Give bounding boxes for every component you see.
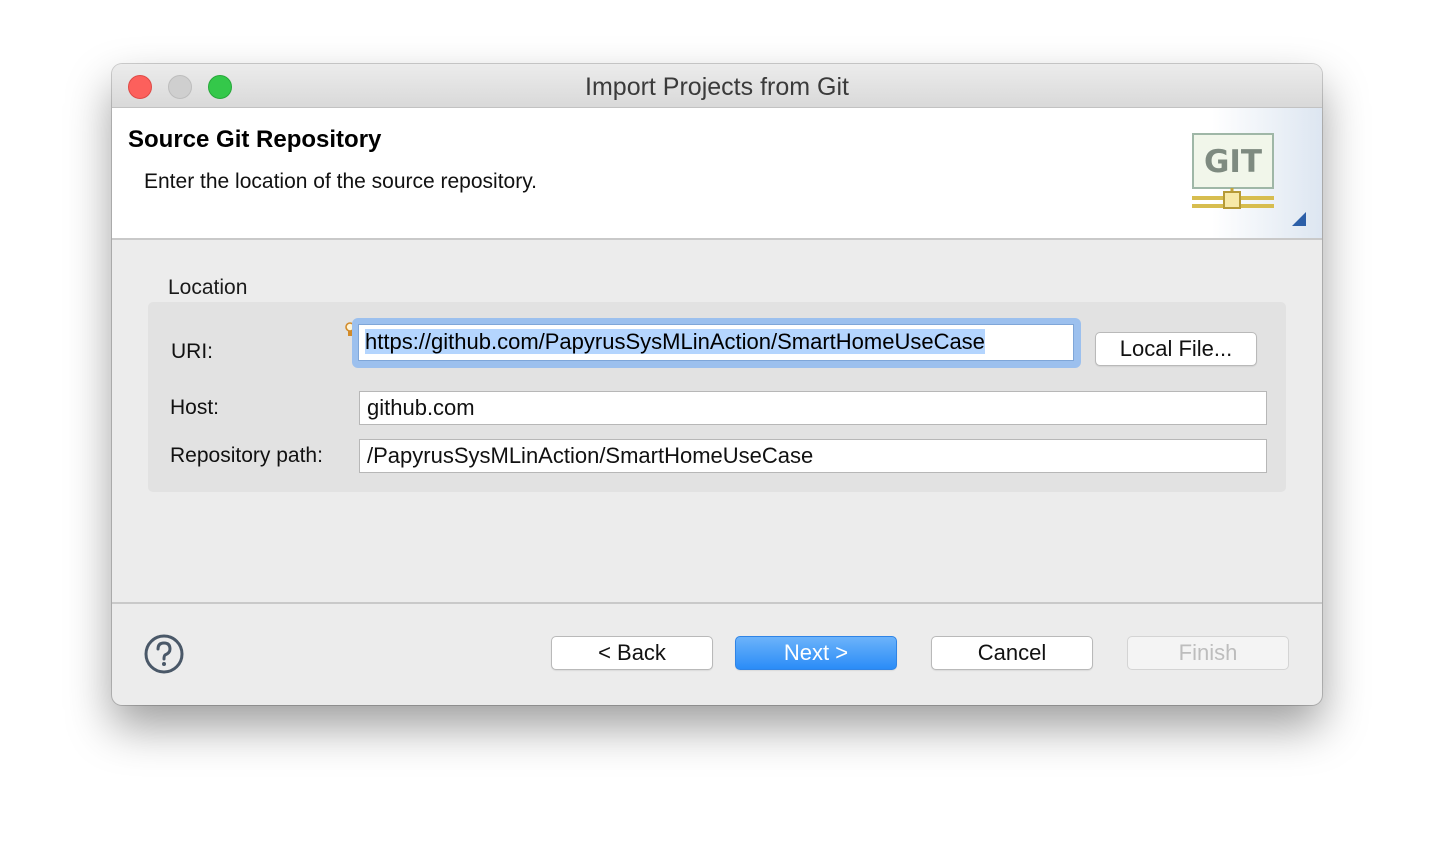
- svg-text:GIT: GIT: [1204, 144, 1262, 180]
- title-bar[interactable]: Import Projects from Git: [112, 64, 1322, 108]
- uri-input[interactable]: https://github.com/PapyrusSysMLinAction/…: [358, 324, 1074, 361]
- next-button[interactable]: Next >: [735, 636, 897, 670]
- host-input[interactable]: github.com: [359, 391, 1267, 425]
- finish-button[interactable]: Finish: [1127, 636, 1289, 670]
- git-wizard-banner-icon: GIT: [1192, 108, 1322, 238]
- cancel-button[interactable]: Cancel: [931, 636, 1093, 670]
- repository-path-input[interactable]: /PapyrusSysMLinAction/SmartHomeUseCase: [359, 439, 1267, 473]
- host-label: Host:: [170, 396, 220, 419]
- uri-label: URI:: [171, 340, 213, 363]
- help-icon[interactable]: [144, 634, 184, 674]
- import-projects-dialog: Import Projects from Git Source Git Repo…: [112, 64, 1322, 705]
- button-bar-divider: [112, 602, 1322, 604]
- repository-path-label: Repository path:: [170, 444, 323, 467]
- page-description: Enter the location of the source reposit…: [144, 170, 537, 193]
- uri-input-selection: https://github.com/PapyrusSysMLinAction/…: [365, 329, 985, 354]
- back-button[interactable]: < Back: [551, 636, 713, 670]
- location-group-label: Location: [168, 276, 248, 299]
- page-title: Source Git Repository: [128, 126, 382, 153]
- local-file-button[interactable]: Local File...: [1095, 332, 1257, 366]
- window-title: Import Projects from Git: [585, 73, 849, 101]
- wizard-banner: Source Git Repository Enter the location…: [112, 108, 1322, 240]
